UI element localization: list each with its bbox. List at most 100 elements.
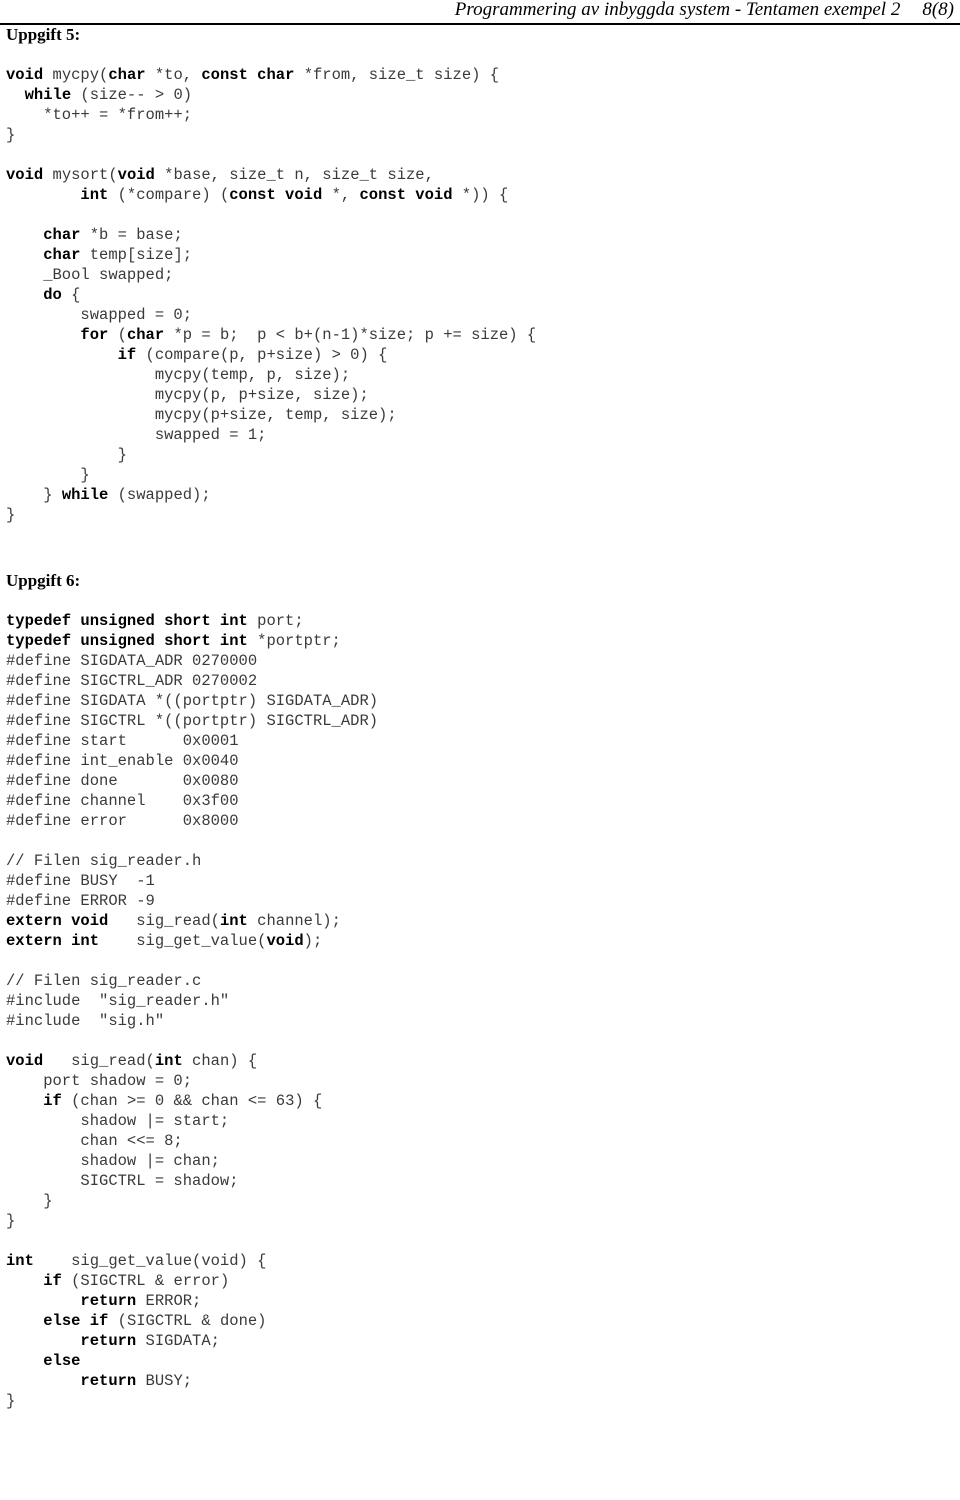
code-text: #define ERROR -9	[6, 892, 155, 910]
code-line: #include "sig_reader.h"	[6, 991, 960, 1011]
code-text: #define SIGDATA_ADR 0270000	[6, 652, 258, 670]
code-line: mycpy(temp, p, size);	[6, 365, 960, 385]
code-line: shadow |= start;	[6, 1111, 960, 1131]
code-line: for (char *p = b; p < b+(n-1)*size; p +=…	[6, 325, 960, 345]
code-keyword: const void	[229, 186, 323, 204]
code-line: if (compare(p, p+size) > 0) {	[6, 345, 960, 365]
code-line: chan <<= 8;	[6, 1131, 960, 1151]
code-text: #define int_enable 0x0040	[6, 752, 239, 770]
code-keyword: char	[108, 66, 146, 84]
code-text: (size-- > 0)	[71, 86, 193, 104]
code-line: #define ERROR -9	[6, 891, 960, 911]
code-keyword: if	[117, 346, 137, 364]
code-line: // Filen sig_reader.h	[6, 851, 960, 871]
page-number: 8(8)	[922, 0, 954, 20]
code-text: port;	[247, 612, 304, 630]
code-text: #define error 0x8000	[6, 812, 239, 830]
code-line: #define start 0x0001	[6, 731, 960, 751]
code-keyword: const void	[359, 186, 453, 204]
code-text: swapped = 1;	[6, 426, 267, 444]
code-text: ERROR;	[136, 1292, 202, 1310]
code-text: *)) {	[452, 186, 509, 204]
code-keyword: void	[117, 166, 155, 184]
code-text: (SIGCTRL & error)	[61, 1272, 230, 1290]
code-keyword: void	[6, 1052, 44, 1070]
section-heading-uppgift-6: Uppgift 6:	[6, 571, 81, 590]
code-text: mycpy(temp, p, size);	[6, 366, 351, 384]
code-keyword: return	[80, 1332, 137, 1350]
code-text: }	[6, 1392, 16, 1410]
code-text: chan) {	[182, 1052, 258, 1070]
code-text: mycpy(p, p+size, size);	[6, 386, 369, 404]
code-text: chan <<= 8;	[6, 1132, 183, 1150]
header-title: Programmering av inbyggda system - Tenta…	[454, 0, 901, 20]
code-line: mycpy(p+size, temp, size);	[6, 405, 960, 425]
code-text: }	[6, 506, 16, 524]
code-line: }	[6, 1391, 960, 1411]
code-text: *b = base;	[80, 226, 183, 244]
code-line: // Filen sig_reader.c	[6, 971, 960, 991]
code-line: extern void sig_read(int channel);	[6, 911, 960, 931]
code-text: channel);	[247, 912, 341, 930]
code-text: }	[6, 466, 90, 484]
code-text: (swapped);	[108, 486, 211, 504]
code-line: port shadow = 0;	[6, 1071, 960, 1091]
code-text: _Bool swapped;	[6, 266, 174, 284]
page-running-header: Programmering av inbyggda system - Tenta…	[0, 0, 960, 22]
code-line: swapped = 1;	[6, 425, 960, 445]
code-text: swapped = 0;	[6, 306, 193, 324]
code-text: #define channel 0x3f00	[6, 792, 239, 810]
code-line: do {	[6, 285, 960, 305]
code-keyword: return	[80, 1292, 137, 1310]
code-text: mysort(	[43, 166, 118, 184]
document-page: Programmering av inbyggda system - Tenta…	[0, 0, 960, 1500]
code-text: SIGCTRL = shadow;	[6, 1172, 239, 1190]
code-block-uppgift-5: void mycpy(char *to, const char *from, s…	[0, 65, 960, 525]
code-keyword: int	[219, 912, 248, 930]
code-keyword: do	[43, 286, 62, 304]
code-line: swapped = 0;	[6, 305, 960, 325]
code-line: void mysort(void *base, size_t n, size_t…	[6, 165, 960, 185]
code-keyword: const char	[201, 66, 295, 84]
code-text: }	[6, 486, 62, 504]
code-keyword: return	[80, 1372, 137, 1390]
code-line: SIGCTRL = shadow;	[6, 1171, 960, 1191]
code-keyword: else	[43, 1352, 81, 1370]
code-keyword: else if	[43, 1312, 109, 1330]
code-line: return SIGDATA;	[6, 1331, 960, 1351]
code-line: #define SIGCTRL *((portptr) SIGCTRL_ADR)	[6, 711, 960, 731]
code-text: sig_read(	[108, 912, 220, 930]
code-text: // Filen sig_reader.h	[6, 852, 202, 870]
code-keyword: void	[266, 932, 304, 950]
code-line: else if (SIGCTRL & done)	[6, 1311, 960, 1331]
code-text: }	[6, 126, 16, 144]
code-line: #define SIGDATA_ADR 0270000	[6, 651, 960, 671]
code-text: SIGDATA;	[136, 1332, 220, 1350]
code-keyword: if	[43, 1092, 62, 1110]
code-line: #define done 0x0080	[6, 771, 960, 791]
code-text: temp[size];	[80, 246, 193, 264]
code-line: typedef unsigned short int *portptr;	[6, 631, 960, 651]
code-text: *portptr;	[247, 632, 341, 650]
code-line: #define SIGCTRL_ADR 0270002	[6, 671, 960, 691]
code-text: #include "sig.h"	[6, 1012, 165, 1030]
code-text: (compare(p, p+size) > 0) {	[136, 346, 388, 364]
code-keyword: int	[80, 186, 109, 204]
code-text: shadow |= start;	[6, 1112, 230, 1130]
code-keyword: char	[126, 326, 165, 344]
code-text: (chan >= 0 && chan <= 63) {	[61, 1092, 323, 1110]
code-text: port shadow = 0;	[6, 1072, 193, 1090]
code-text: sig_get_value(void) {	[33, 1252, 267, 1270]
